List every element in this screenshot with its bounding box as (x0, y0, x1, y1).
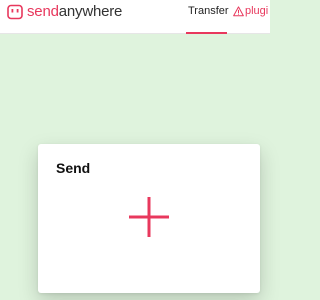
logo-wordmark-anywhere: anywhere (58, 3, 123, 20)
warning-triangle-icon (233, 5, 244, 16)
tab-transfer-label: Transfer (188, 5, 229, 17)
plus-icon (129, 197, 169, 237)
sendanywhere-logo-icon (7, 4, 23, 20)
send-card: Send (38, 144, 260, 293)
tab-transfer[interactable]: Transfer (186, 0, 229, 34)
plugin-warning-label: plugi (245, 5, 269, 17)
send-card-title: Send (56, 160, 91, 176)
logo-wordmark-send: send (27, 3, 59, 20)
plugin-warning-link[interactable]: plugi (233, 5, 268, 17)
active-tab-indicator (186, 32, 227, 34)
sendanywhere-logo[interactable]: sendanywhere (7, 3, 122, 21)
top-navigation-bar: sendanywhere Transfer plugi (0, 0, 270, 34)
logo-wordmark: sendanywhere (27, 3, 122, 21)
add-files-button[interactable] (126, 194, 172, 240)
